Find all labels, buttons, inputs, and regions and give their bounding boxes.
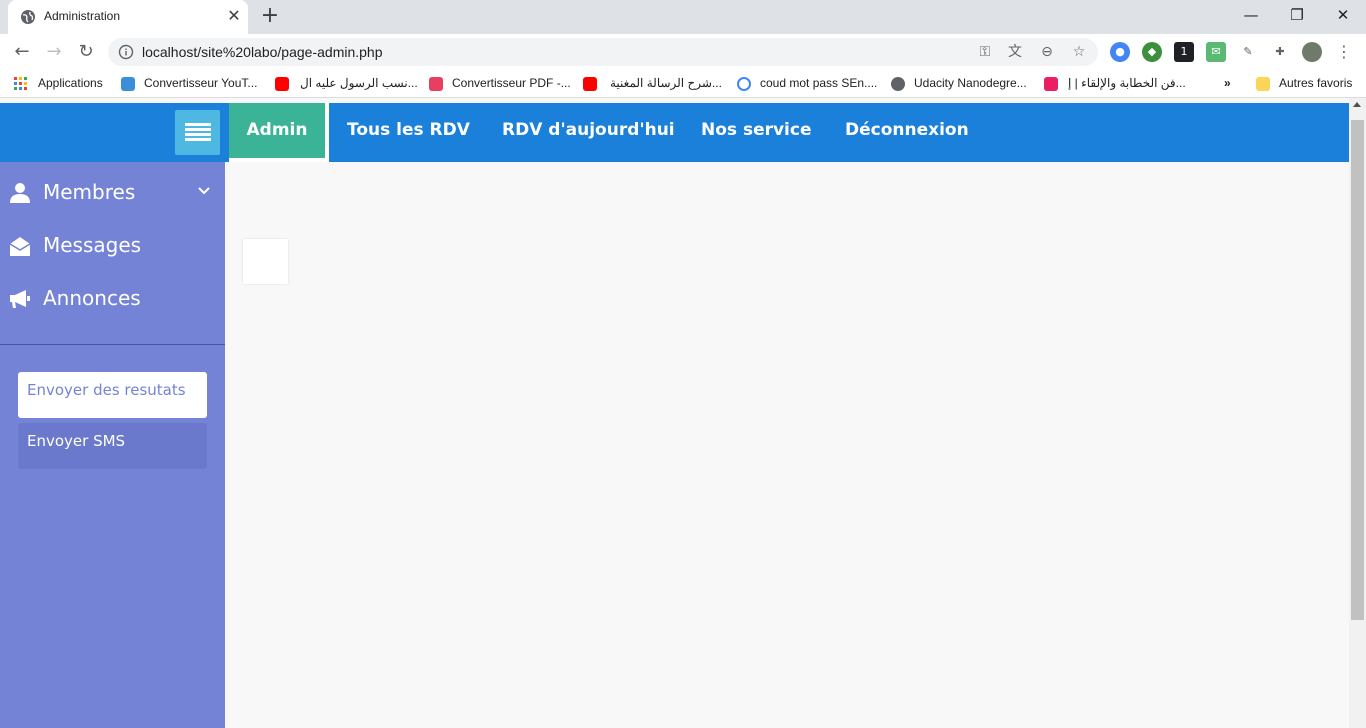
zoom-icon[interactable]: ⊖ — [1038, 43, 1056, 61]
new-tab-button[interactable]: + — [258, 5, 282, 29]
menu-bar — [185, 138, 211, 141]
menu-bar — [185, 123, 211, 126]
bookmark-item[interactable]: نسب الرسول عليه ال... — [300, 76, 418, 92]
send-results-button[interactable]: Envoyer des resutats — [18, 372, 207, 418]
info-icon[interactable] — [118, 44, 134, 60]
youtube-icon — [275, 77, 289, 91]
bookmark-item[interactable]: coud mot pass SEn.... — [760, 76, 877, 92]
url-text[interactable]: localhost/site%20labo/page-admin.php — [142, 44, 383, 60]
top-navbar: Admin Tous les RDV RDV d'aujourd'hui Nos… — [0, 103, 1349, 162]
hamburger-menu-button[interactable] — [175, 110, 220, 155]
scrollbar-thumb[interactable] — [1351, 120, 1364, 620]
menu-bar — [185, 128, 211, 131]
avatar[interactable] — [1302, 42, 1322, 62]
globe-icon — [891, 77, 905, 91]
browser-tab[interactable]: Administration ✕ — [8, 0, 248, 34]
folder-icon — [1256, 77, 1270, 91]
bookmark-item[interactable]: Convertisseur PDF -... — [452, 76, 571, 92]
nav-rdv-aujourdhui[interactable]: RDV d'aujourd'hui — [502, 103, 675, 162]
menu-bar — [185, 133, 211, 136]
close-window-button[interactable]: ✕ — [1320, 0, 1366, 30]
send-sms-button[interactable]: Envoyer SMS — [18, 423, 207, 469]
bookmark-applications[interactable]: Applications — [38, 76, 103, 92]
address-bar[interactable]: localhost/site%20labo/page-admin.php ⚿ 文… — [108, 38, 1098, 66]
other-bookmarks[interactable]: Autres favoris — [1279, 76, 1352, 92]
extension-box-icon[interactable]: 1 — [1174, 42, 1194, 62]
nav-admin[interactable]: Admin — [229, 103, 329, 162]
sidebar-item-label: Messages — [43, 233, 142, 257]
nav-deconnexion[interactable]: Déconnexion — [845, 103, 969, 162]
globe-icon — [21, 10, 35, 24]
extension-search-icon[interactable]: ● — [1110, 42, 1130, 62]
sidebar-item-membres[interactable]: Membres — [0, 167, 225, 217]
envelope-open-icon — [9, 237, 31, 256]
sidebar-item-label: Annonces — [43, 286, 141, 310]
user-icon — [10, 183, 30, 203]
bookmark-item[interactable]: Udacity Nanodegre... — [914, 76, 1027, 92]
extension-mail-icon[interactable]: ✉ — [1206, 42, 1226, 62]
star-icon[interactable]: ☆ — [1070, 43, 1088, 61]
google-icon — [737, 77, 751, 91]
key-icon[interactable]: ⚿ — [976, 43, 994, 61]
chevron-down-icon[interactable] — [196, 183, 212, 199]
minimize-button[interactable]: — — [1228, 0, 1274, 30]
close-tab-icon[interactable]: ✕ — [226, 8, 242, 24]
page-scrollbar[interactable] — [1349, 98, 1366, 728]
sidebar-divider — [0, 344, 225, 345]
megaphone-icon — [10, 290, 30, 308]
sidebar-item-messages[interactable]: Messages — [0, 220, 225, 270]
eyedropper-icon[interactable]: ✎ — [1238, 42, 1258, 62]
translate-icon[interactable]: 文 — [1006, 43, 1024, 61]
back-arrow-icon[interactable]: ← — [10, 40, 34, 64]
reload-icon[interactable]: ↻ — [74, 40, 98, 64]
sidebar: Membres Messages Annonces Envoyer des re… — [0, 162, 225, 728]
bookmarks-bar: Applications Convertisseur YouT... نسب ا… — [0, 70, 1366, 98]
nav-tous-les-rdv[interactable]: Tous les RDV — [347, 103, 470, 162]
bookmark-favicon — [121, 77, 135, 91]
youtube-icon — [583, 77, 597, 91]
browser-toolbar: ← → ↻ localhost/site%20labo/page-admin.p… — [0, 34, 1366, 70]
empty-card — [243, 239, 288, 284]
sidebar-item-label: Membres — [43, 180, 136, 204]
bookmark-item[interactable]: فن الخطابة والإلقاء | إ... — [1068, 76, 1186, 92]
bookmark-favicon — [429, 77, 443, 91]
restore-button[interactable]: ❐ — [1274, 0, 1320, 30]
extension-globe-icon[interactable]: ◆ — [1142, 42, 1162, 62]
browser-tabstrip: Administration ✕ + — ❐ ✕ — [0, 0, 1366, 34]
forward-arrow-icon[interactable]: → — [42, 40, 66, 64]
menu-icon[interactable]: ⋮ — [1334, 42, 1354, 62]
nav-nos-service[interactable]: Nos service — [701, 103, 812, 162]
apps-grid-icon[interactable] — [14, 77, 28, 91]
sidebar-item-annonces[interactable]: Annonces — [0, 273, 225, 323]
tab-title: Administration — [44, 9, 121, 23]
page-content: Admin Tous les RDV RDV d'aujourd'hui Nos… — [0, 98, 1366, 728]
more-bookmarks-icon[interactable]: » — [1224, 76, 1231, 92]
bookmark-item[interactable]: شرح الرسالة المغنية... — [610, 76, 722, 92]
bookmark-item[interactable]: Convertisseur YouT... — [144, 76, 257, 92]
scroll-up-arrow-icon[interactable] — [1353, 102, 1361, 107]
puzzle-icon[interactable]: ✚ — [1270, 42, 1290, 62]
bookmark-favicon — [1044, 77, 1058, 91]
